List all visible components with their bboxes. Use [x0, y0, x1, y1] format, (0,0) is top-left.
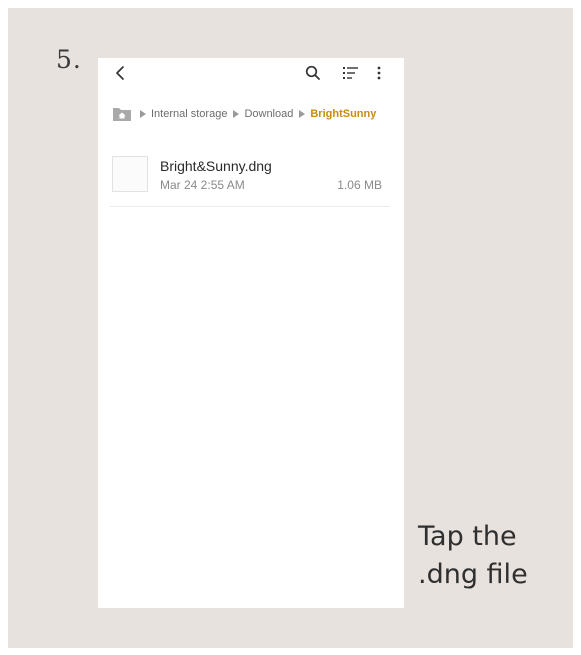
sort-button[interactable]	[342, 64, 360, 82]
more-vertical-icon	[377, 66, 381, 80]
breadcrumb-internal-storage[interactable]: Internal storage	[151, 108, 227, 120]
app-toolbar	[98, 58, 404, 88]
step-number: 5.	[56, 45, 82, 74]
file-size: 1.06 MB	[337, 178, 382, 192]
breadcrumb-current-folder[interactable]: BrightSunny	[310, 108, 376, 120]
search-icon	[305, 65, 320, 80]
home-folder-icon	[113, 108, 131, 121]
breadcrumb: Internal storage Download BrightSunny	[112, 104, 404, 124]
file-list-item[interactable]: Bright&Sunny.dng Mar 24 2:55 AM 1.06 MB	[110, 154, 390, 207]
file-thumbnail	[112, 156, 148, 192]
phone-screen: Internal storage Download BrightSunny Br…	[98, 58, 404, 608]
home-folder-button[interactable]	[112, 106, 132, 122]
search-button[interactable]	[304, 64, 322, 82]
breadcrumb-arrow-icon	[233, 110, 240, 118]
file-name: Bright&Sunny.dng	[160, 158, 272, 174]
breadcrumb-arrow-icon	[299, 110, 306, 118]
back-button[interactable]	[112, 62, 130, 84]
instruction-text: Tap the .dng file	[418, 518, 568, 594]
file-date: Mar 24 2:55 AM	[160, 178, 245, 192]
breadcrumb-arrow-icon	[140, 110, 146, 118]
more-options-button[interactable]	[374, 64, 384, 82]
instruction-line-1: Tap the	[418, 521, 517, 552]
breadcrumb-download[interactable]: Download	[244, 108, 293, 120]
chevron-left-icon	[116, 66, 124, 80]
sort-list-icon	[343, 67, 358, 79]
instruction-line-2: .dng file	[418, 559, 528, 590]
